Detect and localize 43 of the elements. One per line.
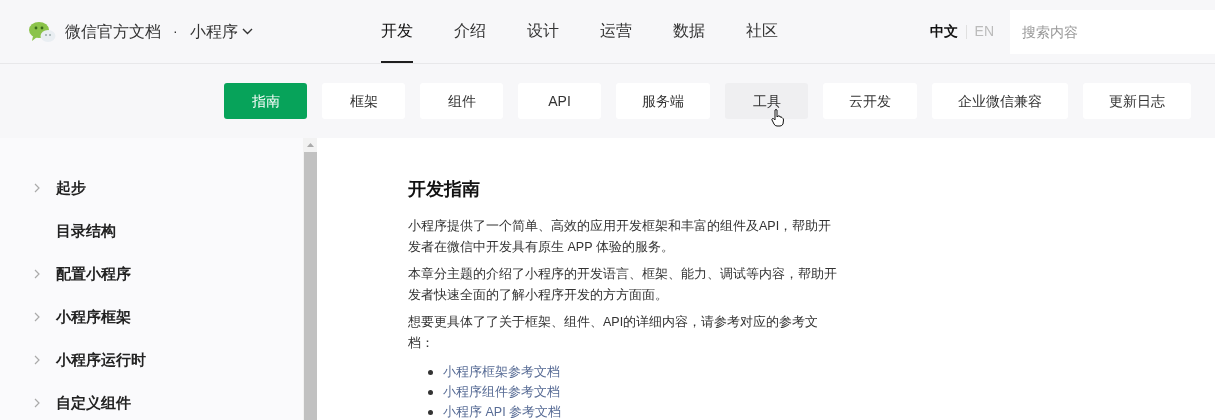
site-title[interactable]: 微信官方文档 (65, 19, 161, 44)
chevron-right-icon (34, 183, 40, 193)
chevron-down-icon (241, 28, 253, 35)
nav-tab[interactable]: 社区 (745, 0, 819, 63)
chevron-right-icon (34, 355, 40, 365)
bullet-icon (428, 409, 433, 415)
scrollbar[interactable] (303, 138, 317, 420)
chevron-right-icon (34, 398, 40, 408)
nav-tab[interactable]: 介绍 (453, 0, 527, 63)
article-paragraph: 想要更具体了了关于框架、组件、API的详细内容，请参考对应的参考文档： (408, 314, 820, 352)
search-field[interactable]: 搜索内容 (1010, 9, 1215, 54)
section-tab[interactable]: 组件 (420, 83, 503, 119)
sidebar-item[interactable]: 小程序运行时 (0, 348, 303, 372)
sidebar-item[interactable]: 目录结构 (0, 219, 303, 243)
scroll-up-icon[interactable] (306, 143, 314, 147)
hand-cursor-icon (771, 109, 784, 127)
article-paragraph: 本章分主题的介绍了小程序的开发语言、框架、能力、调试等内容，帮助开发者快速全面的了解小程序开发的方方面面。 (408, 266, 838, 304)
nav-tab[interactable]: 数据 (672, 0, 746, 63)
chevron-right-icon (34, 269, 40, 279)
doc-link[interactable]: 小程序组件参考文档 (443, 382, 560, 402)
section-tab[interactable]: 云开发 (823, 83, 917, 119)
section-tab[interactable]: API (518, 83, 601, 119)
sidebar-item[interactable]: 自定义组件 (0, 391, 303, 415)
language-option[interactable]: 中文 (929, 21, 958, 42)
title-separator: · (173, 22, 178, 41)
chat-bubbles-logo-icon (28, 20, 56, 43)
chevron-right-icon (34, 312, 40, 322)
bullet-icon (428, 369, 433, 375)
section-tab[interactable]: 框架 (322, 83, 405, 119)
section-tab[interactable]: 更新日志 (1083, 83, 1191, 119)
section-tab[interactable]: 服务端 (616, 83, 710, 119)
sidebar-item[interactable]: 小程序框架 (0, 305, 303, 329)
section-tab[interactable]: 企业微信兼容 (932, 83, 1068, 119)
doc-link[interactable]: 小程序 API 参考文档 (443, 402, 562, 420)
article-title: 开发指南 (408, 178, 481, 201)
article-paragraph: 小程序提供了一个简单、高效的应用开发框架和丰富的组件及API，帮助开发者在微信中开发具有原生 APP 体验的服务。 (408, 218, 833, 256)
product-dropdown[interactable]: 小程序 (189, 19, 253, 44)
nav-tab[interactable]: 设计 (526, 0, 600, 63)
bullet-icon (428, 389, 433, 395)
sidebar-item[interactable]: 配置小程序 (0, 262, 303, 286)
doc-link[interactable]: 小程序框架参考文档 (443, 362, 560, 382)
sidebar-item[interactable]: 起步 (0, 176, 303, 200)
nav-tab[interactable]: 运营 (599, 0, 673, 63)
